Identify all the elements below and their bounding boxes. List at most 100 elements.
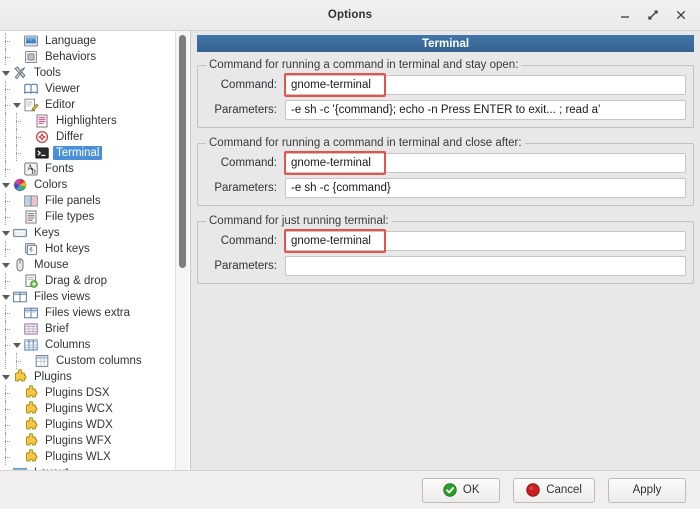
sidebar-item-custom-columns[interactable]: Custom columns	[0, 353, 178, 369]
parameters-label: Parameters:	[214, 104, 277, 116]
expander-collapse-icon[interactable]	[11, 337, 22, 353]
sidebar-item-tools[interactable]: Tools	[0, 65, 178, 81]
command-row: Command: gnome-terminal	[205, 75, 686, 95]
sidebar-item-behaviors[interactable]: Behaviors	[0, 49, 178, 65]
panel-header-title: Terminal	[421, 37, 470, 50]
expander-spacer	[22, 113, 33, 129]
maximize-button[interactable]	[640, 3, 666, 27]
tree-guide	[0, 145, 11, 161]
expander-spacer	[22, 353, 33, 369]
expander-spacer	[11, 401, 22, 417]
layout-icon	[11, 465, 28, 470]
sidebar-item-drag-drop[interactable]: Drag & drop	[0, 273, 178, 289]
close-button[interactable]	[668, 3, 694, 27]
sidebar-item-fonts[interactable]: Ab Fonts	[0, 161, 178, 177]
expander-collapse-icon[interactable]	[0, 225, 11, 241]
expander-spacer	[11, 305, 22, 321]
sidebar-item-keys[interactable]: Keys	[0, 225, 178, 241]
sidebar-item-files-views[interactable]: Files views	[0, 289, 178, 305]
tree-guide	[0, 49, 11, 65]
title-bar: Options	[0, 0, 700, 31]
expander-spacer	[11, 273, 22, 289]
expander-collapse-icon[interactable]	[0, 289, 11, 305]
minimize-button[interactable]	[612, 3, 638, 27]
sidebar-item-plugins[interactable]: Plugins	[0, 369, 178, 385]
cancel-button[interactable]: Cancel	[513, 477, 595, 503]
tree-guide	[0, 449, 11, 465]
group-legend: Command for just running terminal:	[209, 215, 389, 227]
custom-columns-icon	[33, 353, 50, 369]
parameters-row: Parameters: -e sh -c {command}	[205, 178, 686, 198]
group-legend: Command for running a command in termina…	[209, 137, 522, 149]
sidebar-item-label: Drag & drop	[45, 275, 108, 287]
tree-guide	[11, 113, 22, 129]
sidebar-item-columns[interactable]: Columns	[0, 337, 178, 353]
sidebar-item-terminal[interactable]: Terminal	[0, 145, 178, 161]
sidebar-item-label: File panels	[45, 195, 101, 207]
ok-button[interactable]: OK	[422, 477, 501, 503]
expander-spacer	[22, 129, 33, 145]
sidebar-item-viewer[interactable]: Viewer	[0, 81, 178, 97]
svg-text:b: b	[31, 167, 36, 175]
parameters-row: Parameters: -e sh -c '{command}; echo -n …	[205, 100, 686, 120]
highlighters-icon	[33, 113, 50, 129]
sidebar-scrollbar-track[interactable]	[175, 31, 189, 470]
sidebar-item-plugins-wcx[interactable]: Plugins WCX	[0, 401, 178, 417]
sidebar-item-label: Differ	[56, 131, 84, 143]
terminal-icon	[33, 145, 50, 161]
expander-collapse-icon[interactable]	[0, 65, 11, 81]
expander-collapse-icon[interactable]	[0, 465, 11, 470]
sidebar-item-layout[interactable]: Layout	[0, 465, 178, 470]
window-controls	[612, 0, 694, 30]
sidebar-item-plugins-wlx[interactable]: Plugins WLX	[0, 449, 178, 465]
sidebar-item-label: Viewer	[45, 83, 80, 95]
settings-tree-panel: Language Behaviors Tools Viewer Editor Highli…	[0, 31, 191, 470]
expander-collapse-icon[interactable]	[0, 257, 11, 273]
settings-tree[interactable]: Language Behaviors Tools Viewer Editor Highli…	[0, 33, 178, 470]
parameters-input[interactable]: -e sh -c '{command}; echo -n Press ENTER…	[285, 100, 686, 120]
tree-guide	[0, 113, 11, 129]
sidebar-item-plugins-dsx[interactable]: Plugins DSX	[0, 385, 178, 401]
command-input[interactable]: gnome-terminal	[285, 231, 686, 251]
files-views-icon	[11, 289, 28, 305]
plugin-wfx-icon	[22, 433, 39, 449]
sidebar-scrollbar-thumb[interactable]	[179, 35, 186, 268]
sidebar-item-language[interactable]: Language	[0, 33, 178, 49]
parameters-input[interactable]	[285, 256, 686, 276]
sidebar-item-mouse[interactable]: Mouse	[0, 257, 178, 273]
command-input[interactable]: gnome-terminal	[285, 153, 686, 173]
sidebar-item-hot-keys[interactable]: Hot keys	[0, 241, 178, 257]
panel-header: Terminal	[197, 35, 694, 52]
expander-spacer	[11, 449, 22, 465]
sidebar-item-files-views-extra[interactable]: Files views extra	[0, 305, 178, 321]
tree-guide	[11, 129, 22, 145]
expander-collapse-icon[interactable]	[11, 97, 22, 113]
expander-spacer	[11, 161, 22, 177]
apply-button[interactable]: Apply	[608, 477, 686, 503]
command-label: Command:	[220, 235, 277, 247]
sidebar-item-label: Behaviors	[45, 51, 97, 63]
ok-check-icon	[443, 483, 457, 497]
sidebar-item-differ[interactable]: Differ	[0, 129, 178, 145]
sidebar-item-file-panels[interactable]: File panels	[0, 193, 178, 209]
sidebar-item-file-types[interactable]: File types	[0, 209, 178, 225]
sidebar-item-plugins-wfx[interactable]: Plugins WFX	[0, 433, 178, 449]
expander-collapse-icon[interactable]	[0, 369, 11, 385]
sidebar-item-label: Plugins WDX	[45, 419, 113, 431]
sidebar-item-label: Highlighters	[56, 115, 117, 127]
sidebar-item-highlighters[interactable]: Highlighters	[0, 113, 178, 129]
sidebar-item-plugins-wdx[interactable]: Plugins WDX	[0, 417, 178, 433]
expander-spacer	[11, 241, 22, 257]
parameters-input[interactable]: -e sh -c {command}	[285, 178, 686, 198]
sidebar-item-colors[interactable]: Colors	[0, 177, 178, 193]
plugin-wdx-icon	[22, 417, 39, 433]
sidebar-item-brief[interactable]: Brief	[0, 321, 178, 337]
plugin-wcx-icon	[22, 401, 39, 417]
command-input[interactable]: gnome-terminal	[285, 75, 686, 95]
sidebar-item-editor[interactable]: Editor	[0, 97, 178, 113]
sidebar-item-label: Plugins WFX	[45, 435, 112, 447]
keys-icon	[11, 225, 28, 241]
sidebar-item-label: Language	[45, 35, 97, 47]
tree-guide	[0, 385, 11, 401]
expander-collapse-icon[interactable]	[0, 177, 11, 193]
